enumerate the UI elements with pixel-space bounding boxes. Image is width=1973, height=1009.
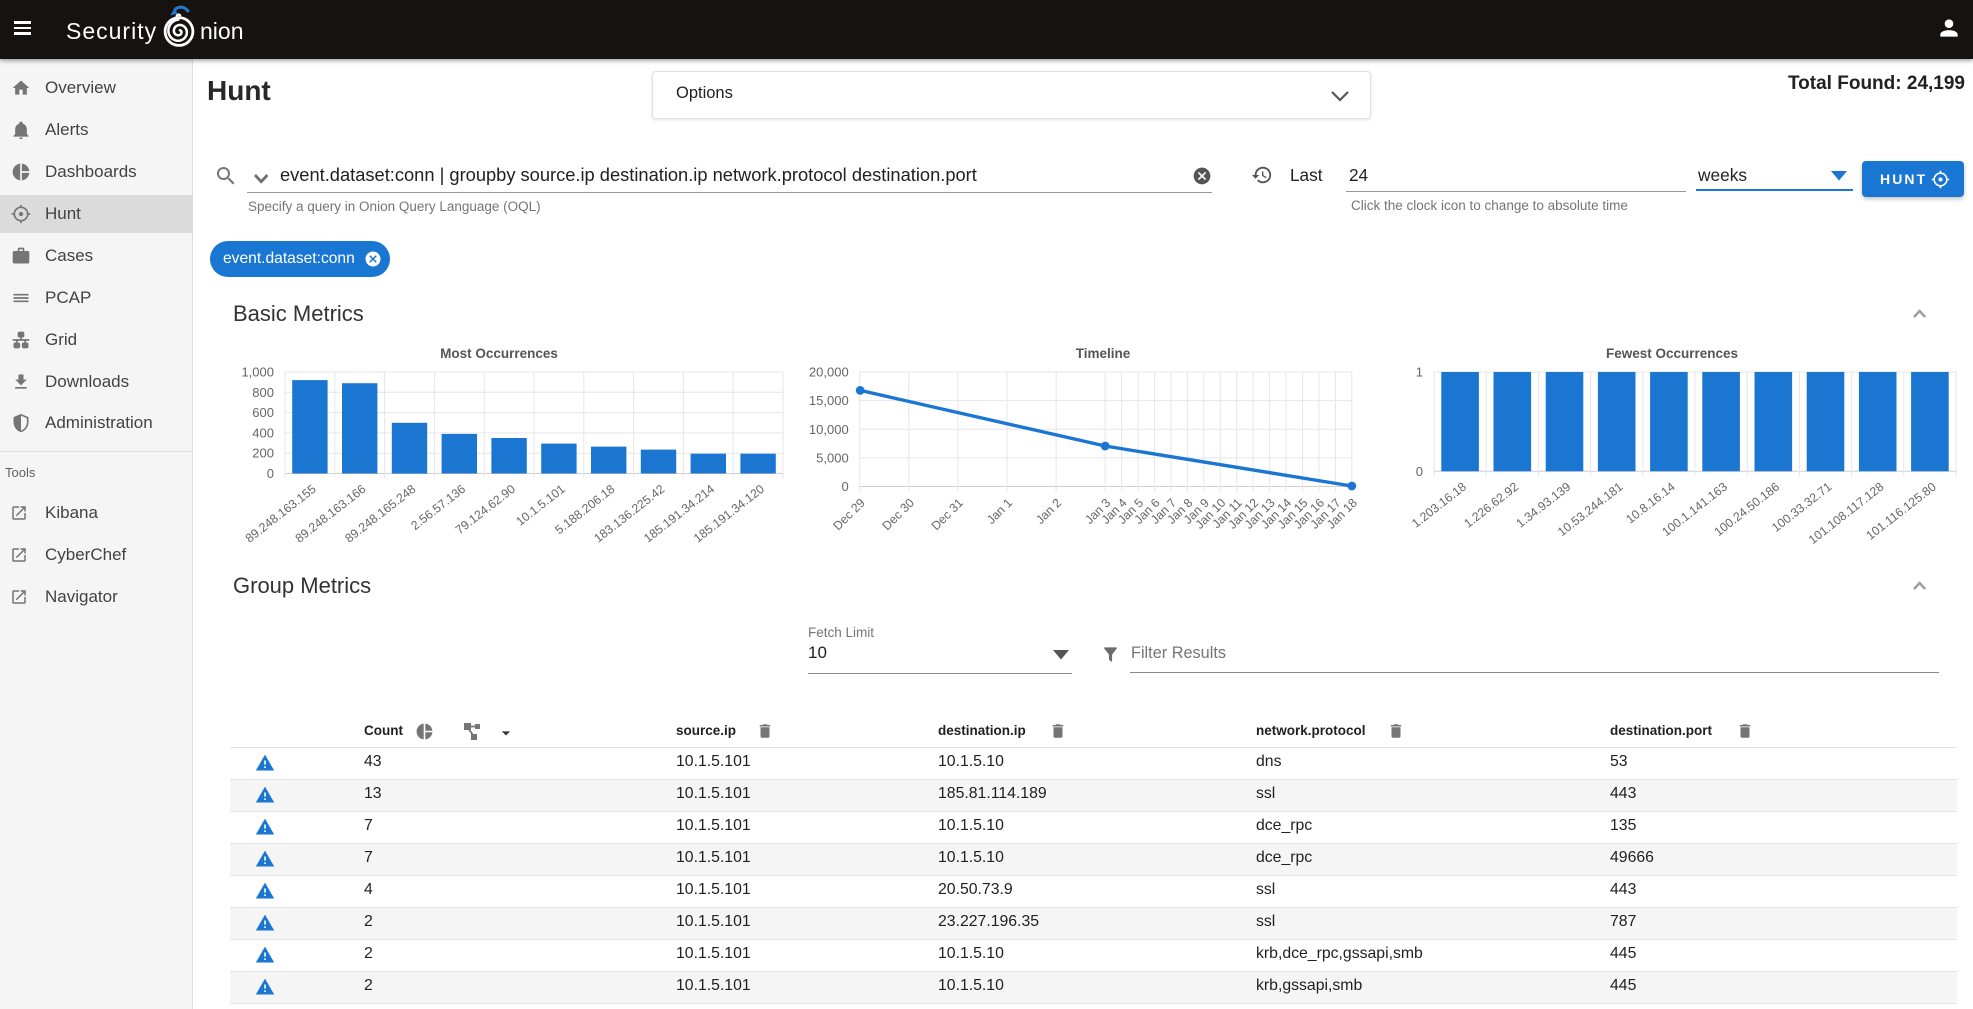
svg-text:400: 400 — [252, 425, 274, 440]
svg-text:Dec 30: Dec 30 — [879, 496, 917, 534]
svg-text:200: 200 — [252, 446, 274, 461]
svg-text:15,000: 15,000 — [809, 393, 849, 408]
svg-text:Most Occurrences: Most Occurrences — [440, 346, 558, 361]
svg-text:1.226.62.92: 1.226.62.92 — [1461, 480, 1521, 531]
svg-text:5,000: 5,000 — [816, 450, 849, 465]
svg-text:10,000: 10,000 — [809, 422, 849, 437]
svg-text:Timeline: Timeline — [1076, 346, 1131, 361]
svg-text:20,000: 20,000 — [809, 365, 849, 380]
svg-text:Dec 29: Dec 29 — [830, 496, 868, 534]
svg-text:1: 1 — [1416, 365, 1423, 380]
svg-text:600: 600 — [252, 405, 274, 420]
svg-text:Jan 1: Jan 1 — [984, 496, 1015, 527]
svg-text:Fewest Occurrences: Fewest Occurrences — [1606, 346, 1738, 361]
svg-text:0: 0 — [267, 466, 274, 481]
svg-text:1,000: 1,000 — [241, 365, 274, 380]
svg-text:800: 800 — [252, 385, 274, 400]
svg-text:0: 0 — [841, 479, 848, 494]
svg-text:Dec 31: Dec 31 — [929, 496, 967, 534]
svg-text:1.203.16.18: 1.203.16.18 — [1409, 480, 1469, 531]
svg-text:0: 0 — [1416, 464, 1423, 479]
svg-text:Jan 2: Jan 2 — [1033, 496, 1064, 527]
